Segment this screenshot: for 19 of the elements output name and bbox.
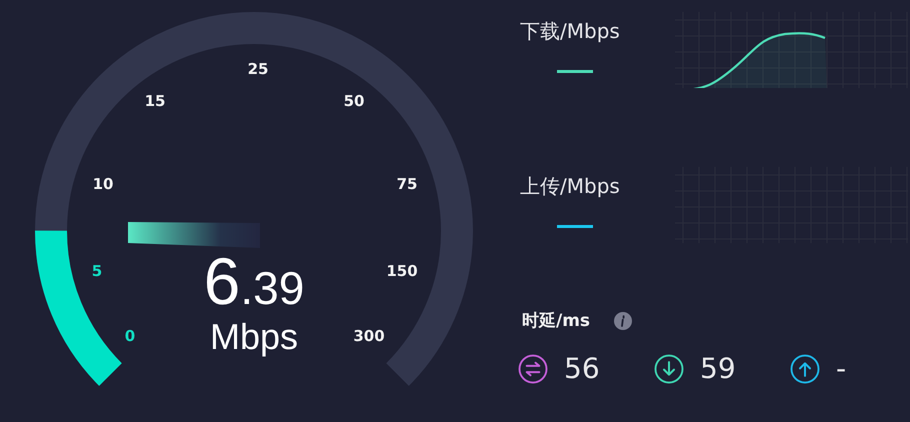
series-label: 下载/Mbps <box>520 18 621 45</box>
gauge-tick-label: 25 <box>248 60 268 78</box>
gauge-tick-label: 50 <box>344 92 364 110</box>
gauge-tick-label: 5 <box>92 262 102 280</box>
info-icon[interactable] <box>614 312 632 330</box>
gauge-tick-label: 300 <box>353 327 385 345</box>
gauge-tick-label: 15 <box>144 92 166 110</box>
latency-label: 时延/ms <box>522 310 590 332</box>
gauge-tick-label: 10 <box>92 175 114 193</box>
latency-value: - <box>836 352 846 385</box>
gauge-tick-label: 0 <box>124 327 136 345</box>
latency-value: 56 <box>564 352 600 385</box>
gauge-tick-label: 75 <box>396 175 418 193</box>
latency-value: 59 <box>700 352 736 385</box>
speed-unit: Mbps <box>210 316 298 358</box>
series-label: 上传/Mbps <box>520 173 621 200</box>
speed-value: 6.39 <box>204 243 304 319</box>
swap-arrows-icon <box>518 354 548 384</box>
gauge-tick-label: 150 <box>386 262 418 280</box>
